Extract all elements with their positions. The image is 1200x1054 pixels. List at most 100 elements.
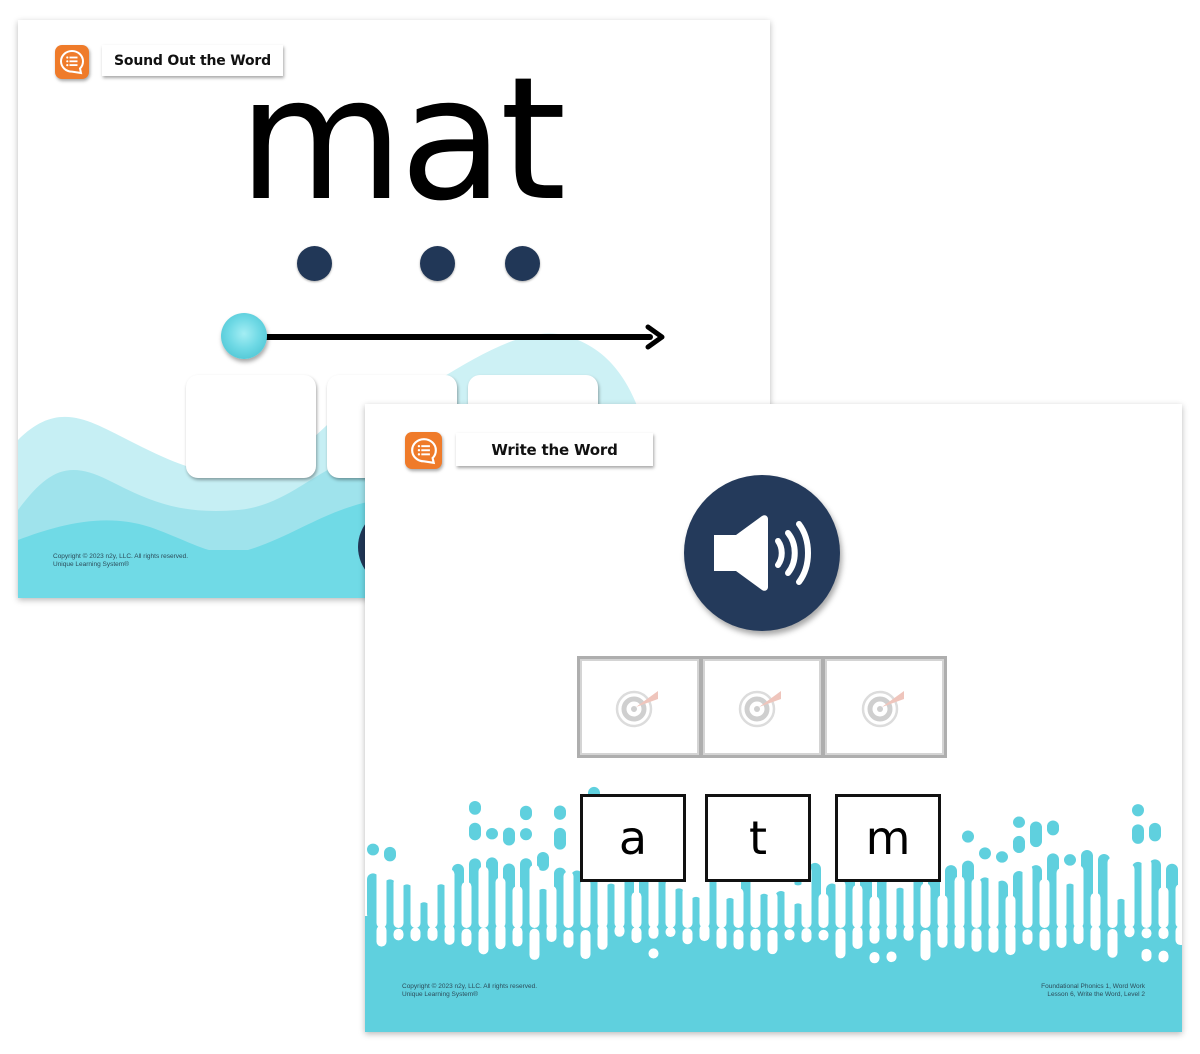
drip-shape (1013, 835, 1025, 853)
drip-shape (733, 929, 744, 950)
copyright: Copyright © 2023 n2y, LLC. All rights re… (53, 553, 188, 569)
drip-shape (1175, 883, 1182, 928)
drip-shape (367, 843, 379, 856)
drip-shape (767, 891, 778, 928)
drip-shape (1141, 928, 1152, 939)
copyright: Copyright © 2023 n2y, LLC. All rights re… (402, 983, 537, 999)
answer-drop-zone (577, 656, 947, 758)
drip-shape (1107, 857, 1118, 928)
play-audio-button[interactable] (684, 475, 840, 631)
chat-list-icon (59, 49, 85, 75)
drip-shape (648, 876, 659, 928)
drip-shape (563, 871, 574, 928)
drip-shape (886, 951, 897, 963)
drip-shape (503, 827, 515, 846)
drip-shape (1132, 804, 1144, 817)
drop-slot-2[interactable] (702, 659, 822, 755)
drip-shape (1056, 925, 1067, 948)
drip-shape (1039, 928, 1050, 951)
target-icon (861, 690, 904, 728)
sound-dot-2[interactable] (420, 246, 455, 281)
drip-shape (962, 830, 974, 843)
drip-shape (1005, 924, 1016, 956)
drip-shape (1030, 821, 1042, 848)
drip-shape (954, 876, 965, 928)
drip-shape (554, 827, 566, 850)
answer-tile-1[interactable] (186, 375, 316, 478)
drip-shape (1124, 864, 1135, 928)
drip-shape (478, 866, 489, 928)
drip-shape (1149, 822, 1161, 842)
drip-shape (1022, 929, 1033, 945)
drip-shape (512, 885, 523, 928)
drip-shape (376, 863, 387, 928)
drip-shape (410, 927, 421, 942)
drip-shape (733, 887, 744, 928)
menu-button[interactable] (405, 432, 442, 469)
slide-title: Write the Word (456, 433, 653, 466)
drip-shape (818, 893, 829, 928)
copyright-line-1: Copyright © 2023 n2y, LLC. All rights re… (402, 983, 538, 990)
drip-shape (835, 928, 846, 959)
letter-card-a[interactable]: a (580, 794, 686, 882)
drip-shape (486, 827, 498, 840)
drip-shape (750, 928, 761, 951)
drip-shape (1013, 816, 1025, 828)
copyright-line-1: Copyright © 2023 n2y, LLC. All rights re… (53, 553, 189, 560)
drip-shape (767, 929, 778, 955)
drip-shape (937, 894, 948, 928)
drip-shape (520, 805, 532, 821)
letter-card-m[interactable]: m (835, 794, 941, 882)
drip-shape (461, 928, 472, 947)
drip-shape (869, 951, 880, 964)
drip-shape (1141, 948, 1152, 962)
drip-shape (393, 877, 404, 928)
drip-shape (869, 895, 880, 928)
drip-shape (920, 883, 931, 928)
drip-shape (512, 926, 523, 947)
drip-shape (1064, 854, 1076, 866)
sound-dot-1[interactable] (297, 246, 332, 281)
sound-dot-3[interactable] (505, 246, 540, 281)
target-icon (616, 690, 659, 728)
drop-slot-1[interactable] (580, 659, 699, 755)
lesson-info: Foundational Phonics 1, Word Work Lesson… (1041, 983, 1145, 999)
drip-shape (563, 929, 574, 948)
drip-shape (801, 928, 812, 943)
slide-write-the-word: Write the Word a t m Copyright © 2023 n2… (365, 404, 1182, 1032)
drip-shape (495, 877, 506, 928)
target-icon (738, 690, 781, 728)
target-word: mat (238, 41, 566, 239)
drip-shape (852, 884, 863, 928)
drip-shape (988, 926, 999, 953)
drip-shape (1175, 925, 1182, 946)
drip-shape (835, 880, 846, 928)
speaker-icon (714, 515, 811, 591)
drip-shape (682, 928, 693, 945)
copyright-line-2: Unique Learning System® (402, 991, 478, 998)
drop-slot-3[interactable] (825, 659, 945, 755)
drip-shape (580, 929, 591, 960)
drip-shape (920, 929, 931, 961)
drip-shape (444, 869, 455, 928)
menu-button[interactable] (55, 45, 89, 79)
drip-shape (631, 891, 642, 928)
drip-shape (1056, 867, 1067, 928)
drip-shape (1141, 858, 1152, 928)
drip-shape (996, 851, 1008, 863)
drip-shape (427, 926, 438, 941)
drip-shape (1158, 950, 1169, 963)
drip-shape (665, 879, 676, 928)
letter-card-t[interactable]: t (705, 794, 811, 882)
blend-slider-handle[interactable] (221, 313, 267, 359)
drip-shape (818, 929, 829, 941)
arrow-right-icon (645, 324, 665, 350)
drip-shape (461, 881, 472, 928)
blend-track (263, 334, 653, 340)
drip-shape (937, 924, 948, 948)
drip-shape (886, 877, 897, 928)
drip-shape (376, 925, 387, 947)
drip-shape (580, 878, 591, 928)
drip-shape (546, 885, 557, 928)
drip-shape (869, 926, 880, 944)
